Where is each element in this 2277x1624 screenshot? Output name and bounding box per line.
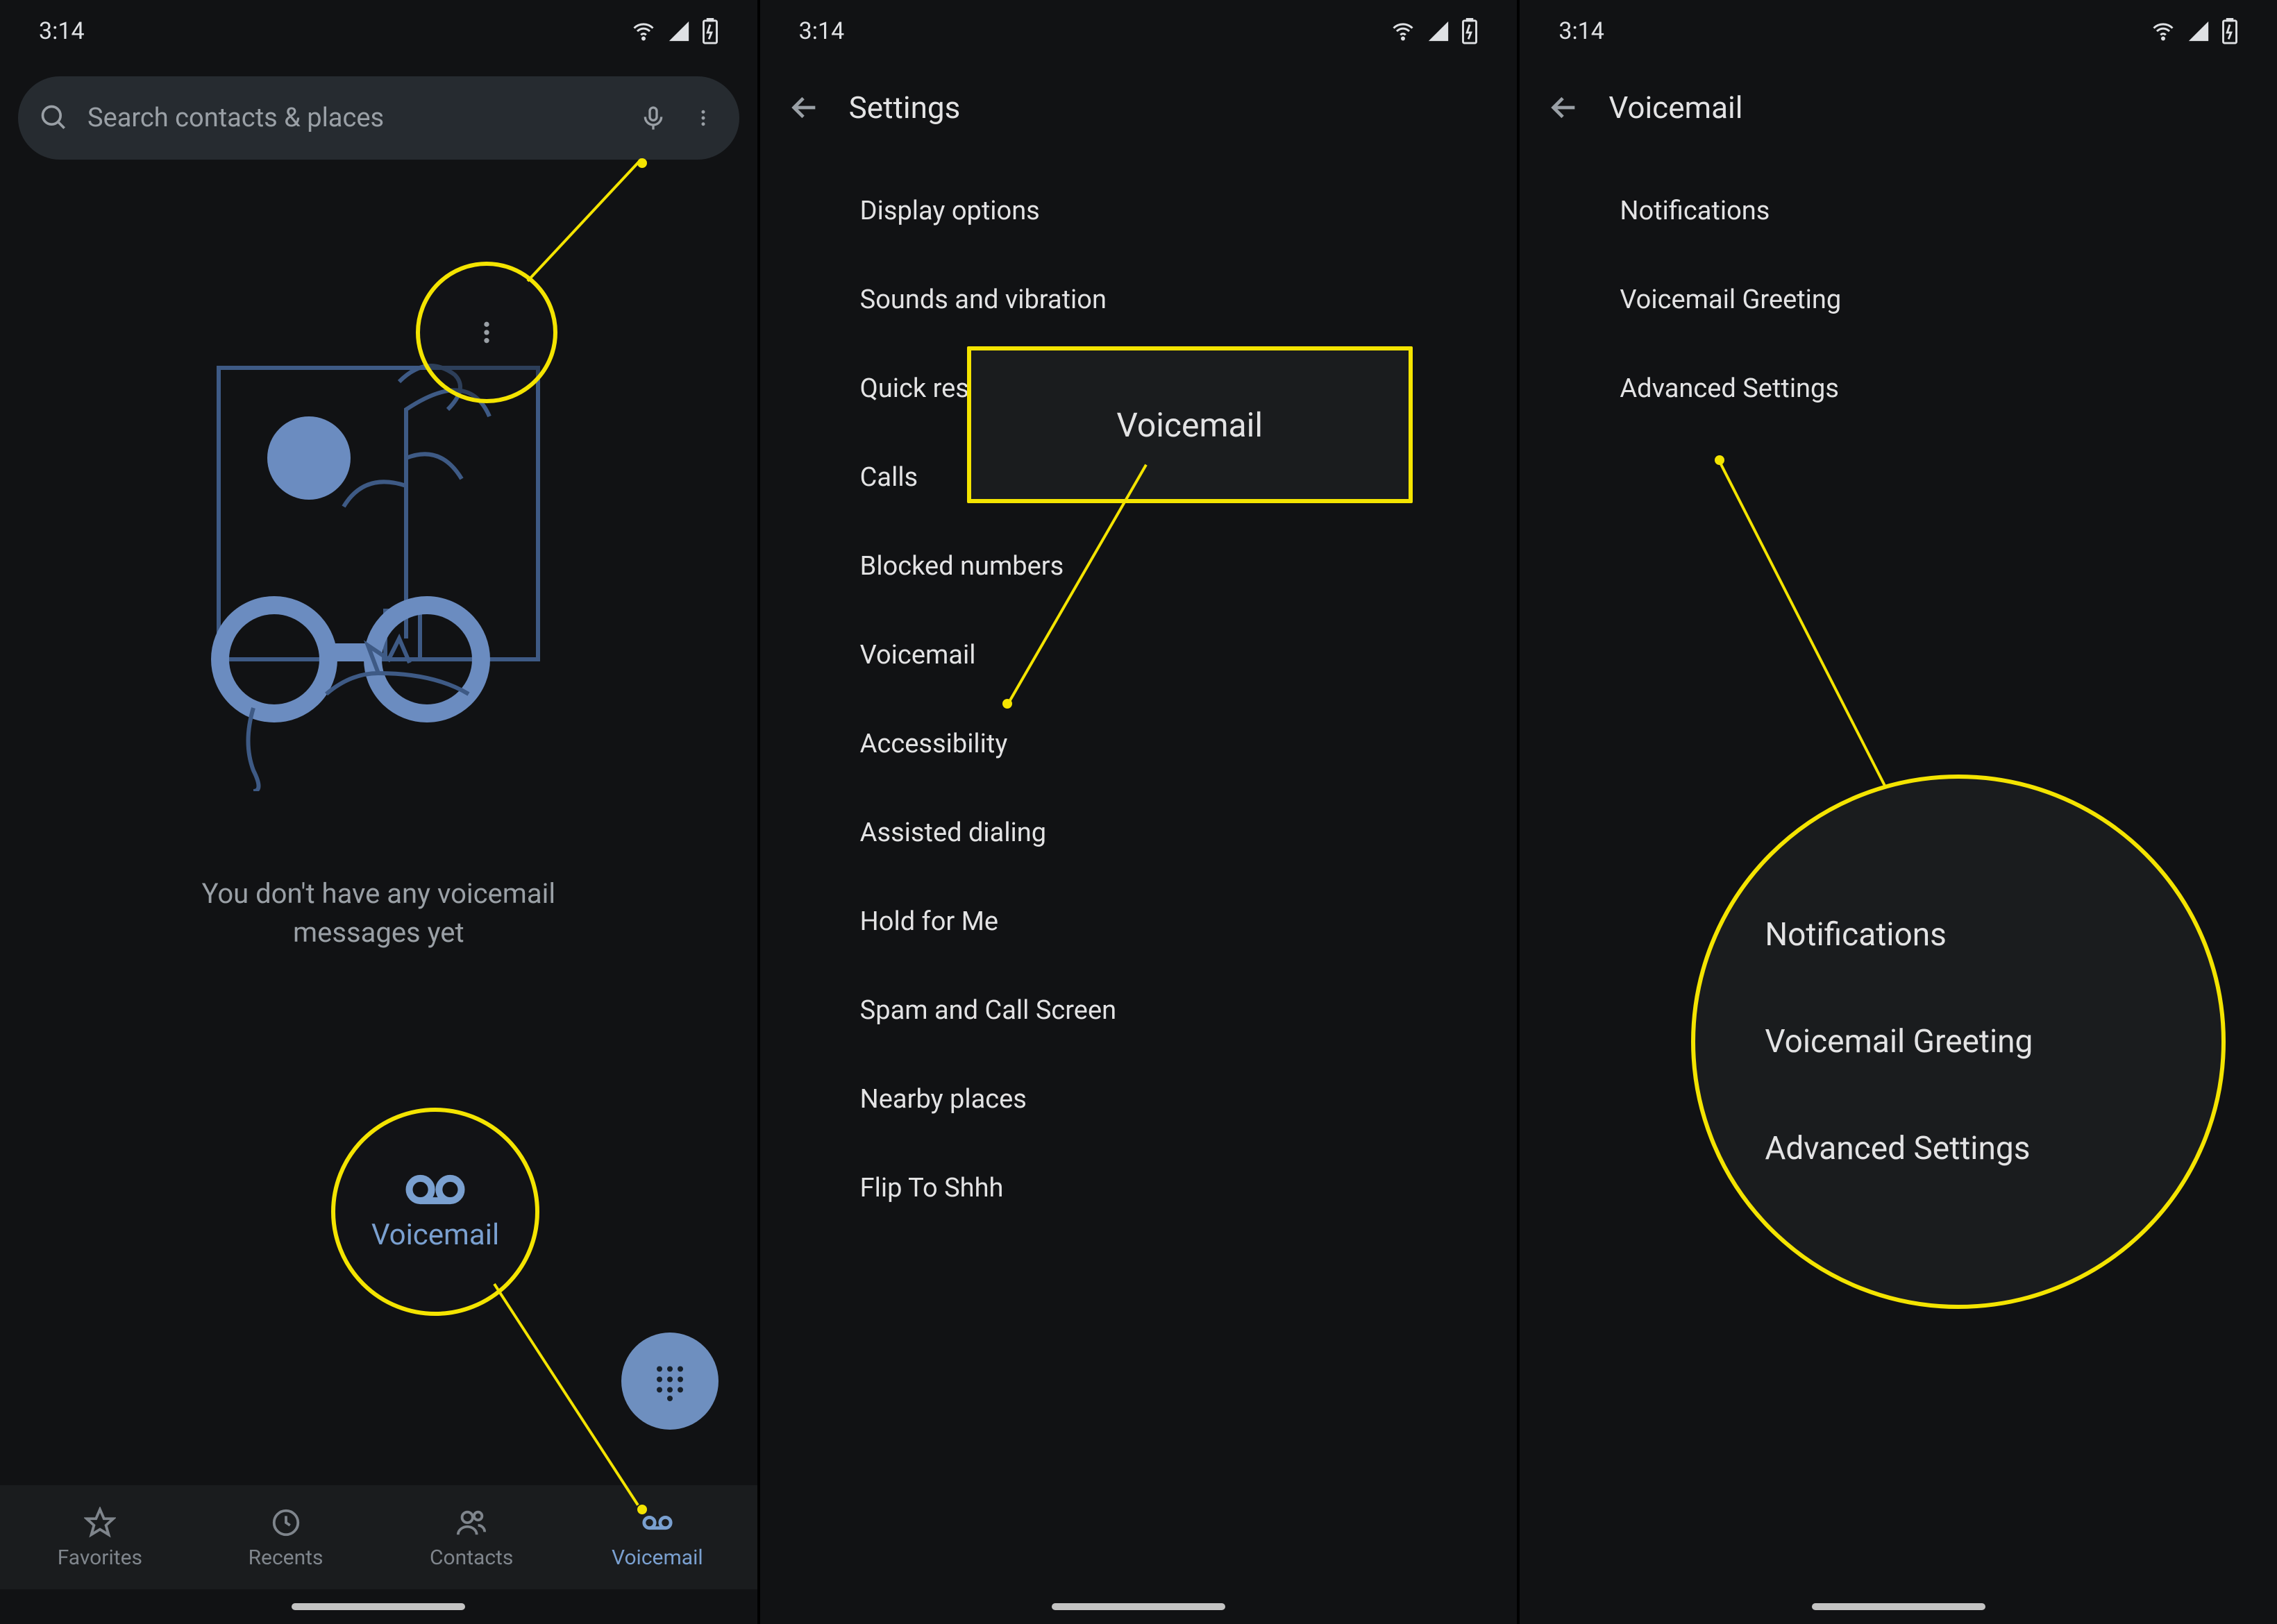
status-bar: 3:14: [0, 0, 757, 62]
nav-label: Recents: [249, 1546, 324, 1570]
voicemail-settings-list: Notifications Voicemail Greeting Advance…: [1520, 153, 2277, 1589]
search-input[interactable]: Search contacts & places: [87, 103, 620, 133]
nav-voicemail[interactable]: Voicemail: [564, 1505, 750, 1570]
settings-item-flip-to-shhh[interactable]: Flip To Shhh: [760, 1144, 1518, 1233]
gesture-bar: [760, 1589, 1518, 1624]
settings-item-sounds-vibration[interactable]: Sounds and vibration: [760, 255, 1518, 344]
settings-item-notifications[interactable]: Notifications: [1520, 167, 2277, 255]
nav-favorites[interactable]: Favorites: [7, 1505, 193, 1570]
settings-item-voicemail[interactable]: Voicemail: [760, 611, 1518, 700]
nav-label: Voicemail: [612, 1546, 703, 1570]
settings-title: Settings: [849, 90, 961, 126]
battery-icon: [2221, 18, 2238, 44]
status-time: 3:14: [1558, 17, 1604, 45]
wifi-icon: [2151, 19, 2176, 44]
star-icon: [83, 1505, 117, 1540]
voicemail-title: Voicemail: [1608, 90, 1742, 126]
nav-label: Contacts: [430, 1546, 513, 1570]
signal-icon: [1427, 19, 1450, 43]
dialpad-icon: [649, 1360, 691, 1402]
status-bar: 3:14: [760, 0, 1518, 62]
back-arrow-icon[interactable]: [1547, 91, 1581, 124]
mic-icon[interactable]: [637, 101, 670, 135]
wifi-icon: [1390, 19, 1415, 44]
settings-item-advanced-settings[interactable]: Advanced Settings: [1520, 344, 2277, 433]
battery-icon: [702, 18, 719, 44]
settings-item-display-options[interactable]: Display options: [760, 167, 1518, 255]
empty-state: You don't have any voicemail messages ye…: [0, 167, 757, 1485]
settings-item-voicemail-greeting[interactable]: Voicemail Greeting: [1520, 255, 2277, 344]
clock-icon: [269, 1505, 303, 1540]
dialpad-fab[interactable]: [621, 1333, 719, 1430]
signal-icon: [2187, 19, 2210, 43]
screen-voicemail-tab: 3:14 Search contacts & places: [0, 0, 760, 1624]
voicemail-icon: [640, 1505, 675, 1540]
empty-message: You don't have any voicemail messages ye…: [191, 874, 566, 952]
screen-voicemail-settings: 3:14 Voicemail Notifications Voicemail G…: [1520, 0, 2277, 1624]
settings-item-quick-responses[interactable]: Quick responses: [760, 344, 1518, 433]
settings-item-accessibility[interactable]: Accessibility: [760, 700, 1518, 788]
voicemail-header: Voicemail: [1520, 62, 2277, 153]
settings-header: Settings: [760, 62, 1518, 153]
gesture-bar: [1520, 1589, 2277, 1624]
nav-contacts[interactable]: Contacts: [378, 1505, 564, 1570]
nav-recents[interactable]: Recents: [193, 1505, 379, 1570]
status-time: 3:14: [799, 17, 845, 45]
settings-item-nearby-places[interactable]: Nearby places: [760, 1055, 1518, 1144]
settings-item-hold-for-me[interactable]: Hold for Me: [760, 877, 1518, 966]
back-arrow-icon[interactable]: [788, 91, 821, 124]
signal-icon: [667, 19, 691, 43]
settings-item-calls[interactable]: Calls: [760, 433, 1518, 522]
overflow-menu-icon[interactable]: [687, 101, 720, 135]
nav-label: Favorites: [58, 1546, 142, 1570]
battery-icon: [1461, 18, 1478, 44]
screen-settings: 3:14 Settings Display options Sounds and…: [760, 0, 1520, 1624]
people-icon: [454, 1505, 489, 1540]
search-bar[interactable]: Search contacts & places: [18, 76, 739, 160]
wifi-icon: [631, 19, 656, 44]
settings-item-blocked-numbers[interactable]: Blocked numbers: [760, 522, 1518, 611]
settings-list: Display options Sounds and vibration Qui…: [760, 153, 1518, 1589]
status-bar: 3:14: [1520, 0, 2277, 62]
settings-item-spam-call-screen[interactable]: Spam and Call Screen: [760, 966, 1518, 1055]
bottom-nav: Favorites Recents Contacts Voicemail: [0, 1485, 757, 1589]
status-time: 3:14: [39, 17, 85, 45]
empty-illustration: [191, 347, 566, 791]
gesture-bar: [0, 1589, 757, 1624]
search-icon: [37, 101, 71, 135]
settings-item-assisted-dialing[interactable]: Assisted dialing: [760, 788, 1518, 877]
